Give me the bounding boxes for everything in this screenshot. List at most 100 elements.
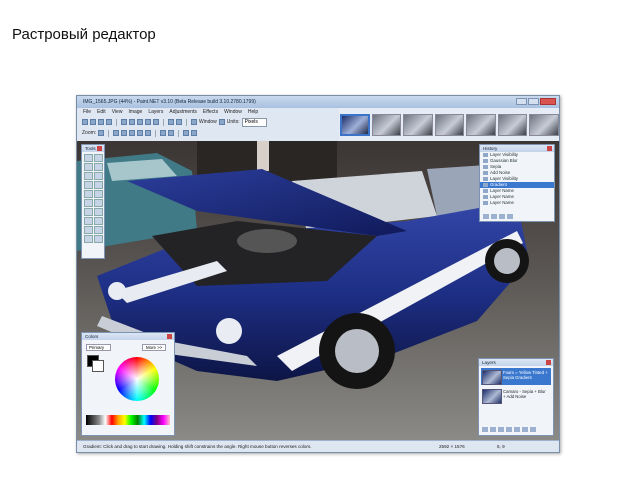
image-thumbnail[interactable]	[371, 113, 402, 136]
headlight-right	[216, 318, 242, 344]
grid-icon[interactable]	[191, 119, 197, 125]
menu-layers[interactable]: Layers	[148, 108, 163, 117]
magic-wand-icon[interactable]	[84, 181, 93, 189]
image-thumbnail[interactable]	[497, 113, 528, 136]
front-rim	[335, 329, 379, 373]
menu-view[interactable]: View	[112, 108, 123, 117]
more-colors-button[interactable]: More >>	[142, 344, 167, 351]
fast-forward-icon[interactable]	[507, 214, 513, 219]
pencil-icon[interactable]	[84, 208, 93, 216]
color-wheel[interactable]	[115, 357, 159, 401]
crowd-person	[257, 141, 269, 171]
cut-icon[interactable]	[121, 119, 127, 125]
close-icon[interactable]	[97, 146, 102, 151]
color-mode-select[interactable]: Primary	[86, 344, 112, 351]
image-size: 2592 × 1576	[439, 444, 465, 449]
eraser-icon[interactable]	[94, 199, 103, 207]
gradient-icon[interactable]	[94, 190, 103, 198]
gradient-conical-icon[interactable]	[145, 130, 152, 136]
undo-icon[interactable]	[168, 119, 174, 125]
layer-row[interactable]: Camaro - Sepia + Blur + Add Noise	[481, 387, 551, 404]
maximize-button[interactable]	[528, 98, 539, 105]
move-icon[interactable]	[94, 163, 103, 171]
redo-icon[interactable]	[499, 214, 505, 219]
line-icon[interactable]	[94, 226, 103, 234]
close-button[interactable]	[540, 98, 556, 105]
text-icon[interactable]	[84, 226, 93, 234]
lasso-select-icon[interactable]	[84, 163, 93, 171]
zoom-icon[interactable]	[94, 172, 103, 180]
minimize-button[interactable]	[516, 98, 527, 105]
menu-image[interactable]: Image	[128, 108, 142, 117]
save-icon[interactable]	[98, 119, 104, 125]
tool-select-icon[interactable]	[98, 130, 105, 136]
transparency-mode-icon[interactable]	[168, 130, 175, 136]
delete-layer-icon[interactable]	[490, 427, 496, 432]
copy-icon[interactable]	[129, 119, 135, 125]
secondary-color-swatch[interactable]	[92, 360, 104, 372]
menu-bar: File Edit View Image Layers Adjustments …	[77, 108, 339, 117]
menu-file[interactable]: File	[83, 108, 91, 117]
units-label: Units:	[226, 119, 240, 125]
toolbar-separator	[178, 129, 180, 137]
close-icon[interactable]	[546, 360, 551, 365]
image-thumbnail[interactable]	[434, 113, 465, 136]
gradient-linear-icon[interactable]	[113, 130, 120, 136]
paintbrush-icon[interactable]	[84, 199, 93, 207]
zoom-label: Zoom:	[82, 130, 97, 136]
add-layer-icon[interactable]	[482, 427, 488, 432]
open-icon[interactable]	[90, 119, 96, 125]
color-palette[interactable]	[86, 415, 170, 425]
gradient-diamond-icon[interactable]	[129, 130, 136, 136]
color-mode-icon[interactable]	[160, 130, 167, 136]
antialias-icon[interactable]	[183, 130, 190, 136]
window-titlebar[interactable]: IMG_1565.JPG (44%) - Paint.NET v3.10 (Be…	[77, 96, 559, 108]
new-icon[interactable]	[82, 119, 88, 125]
merge-layer-icon[interactable]	[506, 427, 512, 432]
status-message: Gradient: Click and drag to start drawin…	[83, 444, 312, 449]
gradient-radial-icon[interactable]	[137, 130, 144, 136]
history-item[interactable]: Layer Name	[480, 200, 554, 206]
menu-edit[interactable]: Edit	[97, 108, 106, 117]
color-picker-icon[interactable]	[94, 208, 103, 216]
layer-row-selected[interactable]: Foam = Yellow Tinted + Sepia Gradient	[481, 368, 551, 385]
crop-icon[interactable]	[145, 119, 151, 125]
ruler-icon[interactable]	[218, 119, 225, 125]
undo-icon[interactable]	[491, 214, 497, 219]
paint-bucket-icon[interactable]	[84, 190, 93, 198]
layer-down-icon[interactable]	[522, 427, 528, 432]
paintnet-window: IMG_1565.JPG (44%) - Paint.NET v3.10 (Be…	[76, 95, 560, 453]
move-selection-icon[interactable]	[94, 154, 103, 162]
rectangle-select-icon[interactable]	[84, 154, 93, 162]
menu-help[interactable]: Help	[248, 108, 258, 117]
rectangle-icon[interactable]	[84, 235, 93, 243]
gradient-linear-reflected-icon[interactable]	[121, 130, 128, 136]
clone-stamp-icon[interactable]	[84, 217, 93, 225]
menu-window[interactable]: Window	[224, 108, 242, 117]
layer-properties-icon[interactable]	[530, 427, 536, 432]
recolor-icon[interactable]	[94, 217, 103, 225]
image-thumbnail[interactable]	[466, 113, 496, 136]
menu-effects[interactable]: Effects	[203, 108, 218, 117]
colors-panel-title: Colors	[85, 334, 99, 339]
rewind-icon[interactable]	[483, 214, 489, 219]
print-icon[interactable]	[106, 119, 112, 125]
redo-icon[interactable]	[176, 119, 182, 125]
layer-up-icon[interactable]	[514, 427, 520, 432]
ellipse-icon[interactable]	[94, 235, 103, 243]
paste-icon[interactable]	[137, 119, 143, 125]
blend-mode-icon[interactable]	[191, 130, 198, 136]
units-select[interactable]: Pixels	[241, 117, 267, 127]
pan-icon[interactable]	[94, 181, 103, 189]
image-thumbnail[interactable]	[529, 113, 559, 136]
menu-adjustments[interactable]: Adjustments	[169, 108, 197, 117]
ellipse-select-icon[interactable]	[84, 172, 93, 180]
image-thumbnail[interactable]	[403, 113, 433, 136]
close-icon[interactable]	[167, 334, 172, 339]
toolbar-separator	[108, 129, 110, 137]
deselect-icon[interactable]	[153, 119, 159, 125]
image-thumbnail[interactable]	[340, 113, 370, 136]
duplicate-layer-icon[interactable]	[498, 427, 504, 432]
close-icon[interactable]	[547, 146, 552, 151]
window-menu-label[interactable]: Window	[199, 119, 217, 125]
